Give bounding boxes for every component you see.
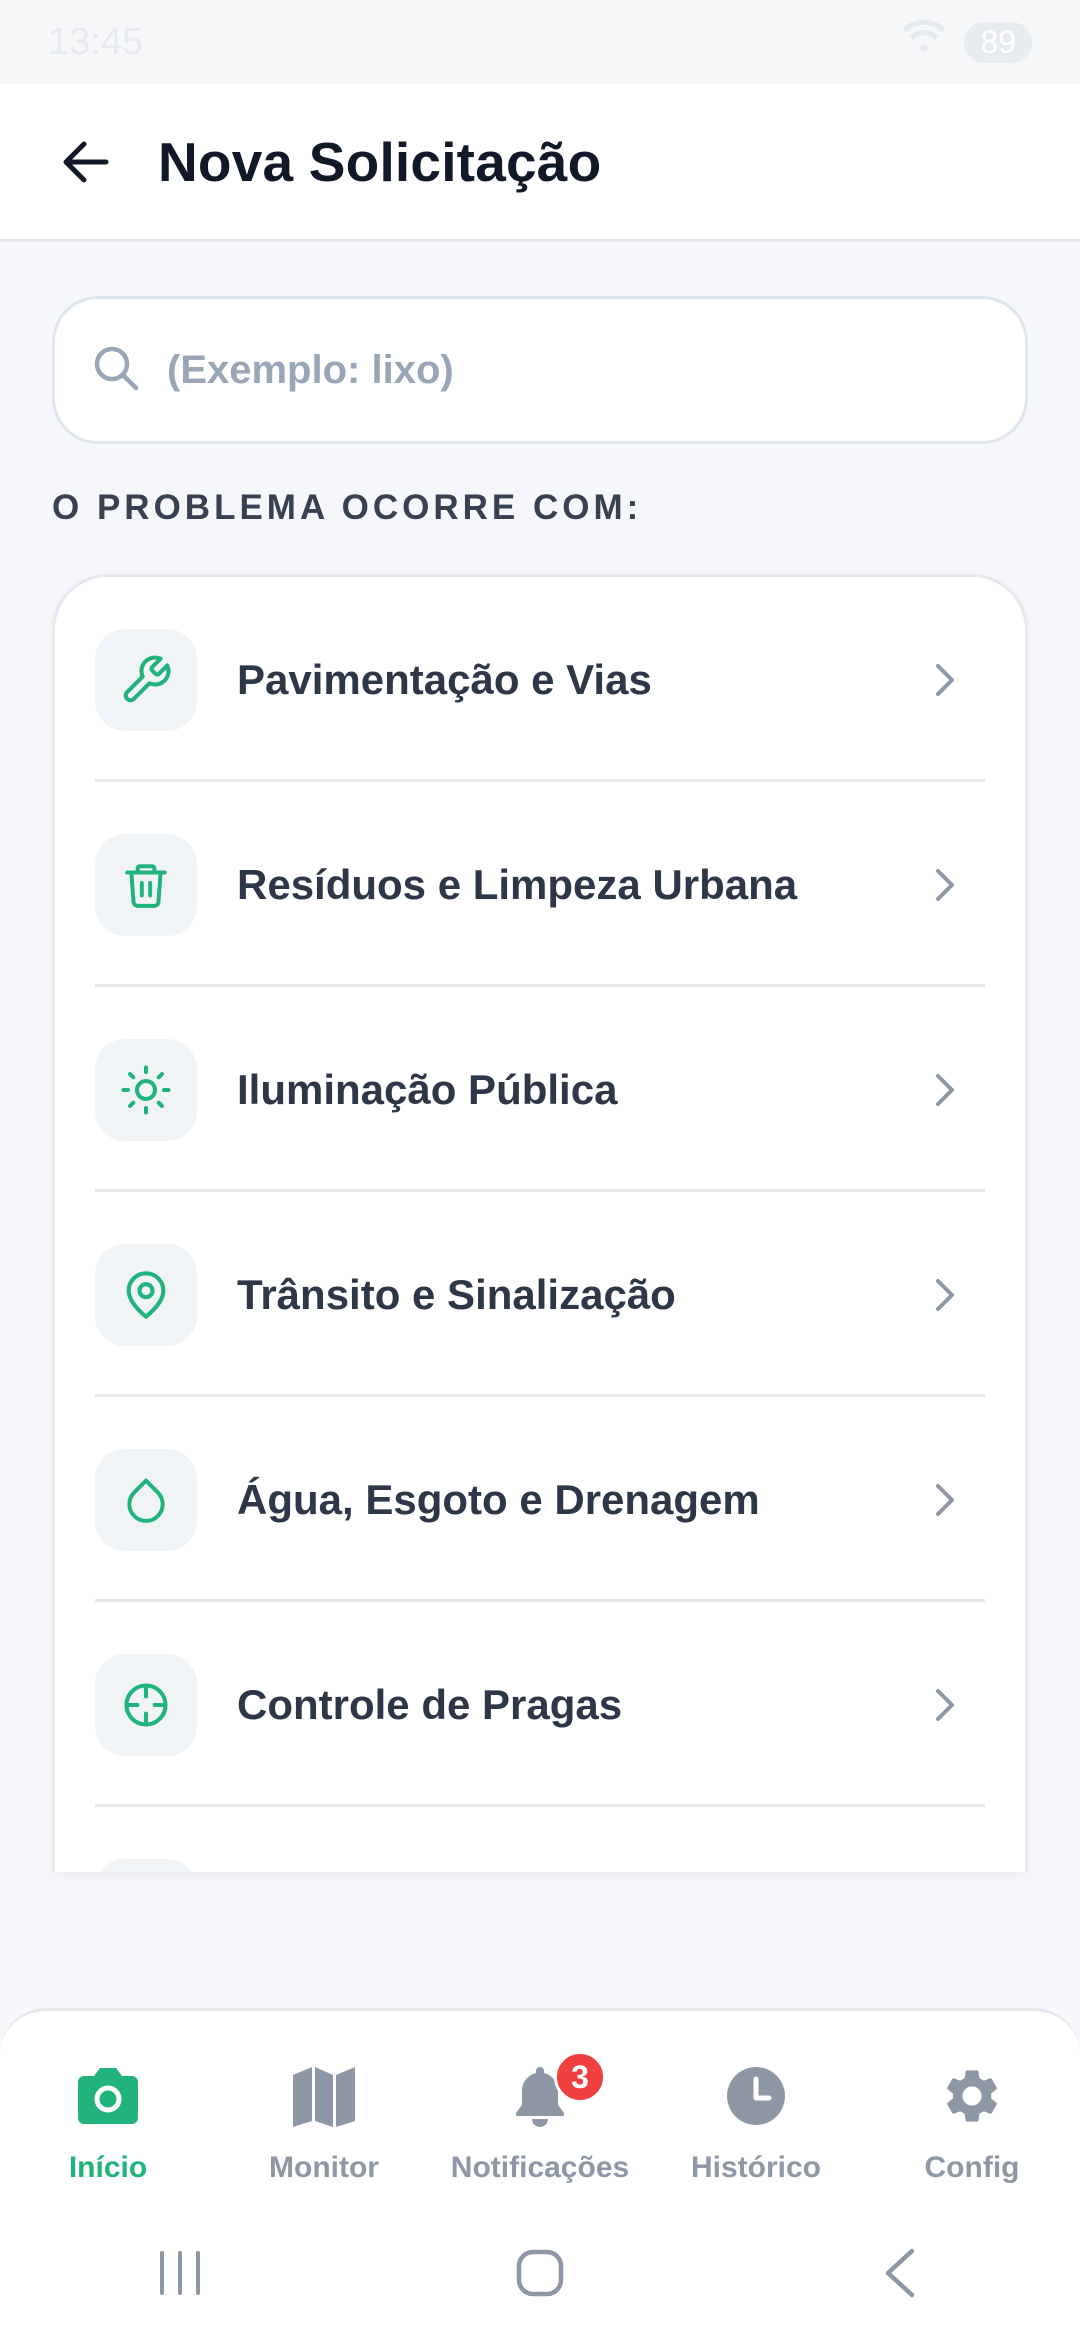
system-nav-bar bbox=[0, 2206, 1080, 2340]
battery-indicator: 89 bbox=[964, 21, 1032, 63]
category-item-water[interactable]: Água, Esgoto e Drenagem bbox=[55, 1397, 1025, 1602]
category-label: Trânsito e Sinalização bbox=[237, 1270, 676, 1318]
category-label: Iluminação Pública bbox=[237, 1065, 618, 1113]
status-time: 13:45 bbox=[48, 20, 144, 63]
recent-apps-button[interactable] bbox=[120, 2233, 240, 2313]
crosshair-icon bbox=[95, 1653, 197, 1756]
search-input[interactable] bbox=[167, 347, 987, 393]
category-icon bbox=[95, 1858, 197, 1872]
nav-item-config[interactable]: Config bbox=[872, 2061, 1072, 2185]
category-label: Resíduos e Limpeza Urbana bbox=[237, 860, 798, 908]
nav-item-historico[interactable]: Histórico bbox=[656, 2061, 856, 2185]
map-pin-icon bbox=[95, 1243, 197, 1346]
chevron-right-icon bbox=[915, 1265, 975, 1325]
home-button[interactable] bbox=[480, 2233, 600, 2313]
wrench-icon bbox=[95, 628, 197, 731]
category-item-waste[interactable]: Resíduos e Limpeza Urbana bbox=[55, 782, 1025, 987]
category-item-pests[interactable]: Controle de Pragas bbox=[55, 1602, 1025, 1807]
camera-icon bbox=[74, 2061, 142, 2131]
nav-label: Config bbox=[924, 2151, 1020, 2184]
chevron-right-icon bbox=[915, 650, 975, 710]
arrow-left-icon bbox=[63, 141, 109, 182]
category-item-lighting[interactable]: Iluminação Pública bbox=[55, 987, 1025, 1192]
category-item-paving[interactable]: Pavimentação e Vias bbox=[55, 577, 1025, 782]
nav-item-inicio[interactable]: Início bbox=[8, 2061, 208, 2185]
bottom-nav: Início Monitor 3 Notificações Histórico … bbox=[0, 2008, 1080, 2206]
app-bar: Nova Solicitação bbox=[0, 84, 1080, 242]
chevron-right-icon bbox=[915, 1675, 975, 1735]
category-label: Controle de Pragas bbox=[237, 1680, 623, 1728]
map-icon bbox=[291, 2061, 357, 2131]
category-item-partial[interactable] bbox=[55, 1807, 1025, 1872]
gear-icon bbox=[940, 2061, 1004, 2131]
status-left: 13:45 bbox=[48, 21, 143, 64]
trash-icon bbox=[95, 833, 197, 936]
category-list: Pavimentação e Vias Resíduos e Limpeza U… bbox=[52, 574, 1028, 1872]
wifi-icon bbox=[902, 19, 946, 64]
clock-icon bbox=[725, 2061, 787, 2131]
nav-item-monitor[interactable]: Monitor bbox=[224, 2061, 424, 2185]
nav-label: Histórico bbox=[690, 2151, 822, 2184]
droplet-icon bbox=[95, 1448, 197, 1551]
search-icon bbox=[91, 343, 141, 398]
back-button[interactable] bbox=[36, 112, 136, 212]
nav-item-notificacoes[interactable]: 3 Notificações bbox=[440, 2051, 640, 2185]
category-item-traffic[interactable]: Trânsito e Sinalização bbox=[55, 1192, 1025, 1397]
section-label: O PROBLEMA OCORRE COM: bbox=[52, 488, 643, 527]
status-right: 89 bbox=[902, 19, 1032, 64]
chevron-right-icon bbox=[915, 1060, 975, 1120]
search-box[interactable] bbox=[52, 296, 1028, 444]
nav-label: Monitor bbox=[269, 2151, 379, 2184]
notification-badge: 3 bbox=[554, 2051, 606, 2103]
nav-label: Início bbox=[68, 2151, 148, 2184]
page-title: Nova Solicitação bbox=[158, 130, 602, 193]
chevron-right-icon bbox=[915, 1470, 975, 1530]
status-bar: 13:45 89 bbox=[0, 0, 1080, 84]
chevron-right-icon bbox=[915, 855, 975, 915]
category-label: Pavimentação e Vias bbox=[237, 655, 652, 703]
nav-label: Notificações bbox=[450, 2151, 630, 2184]
system-back-button[interactable] bbox=[840, 2233, 960, 2313]
sun-icon bbox=[95, 1038, 197, 1141]
category-label: Água, Esgoto e Drenagem bbox=[237, 1475, 760, 1523]
